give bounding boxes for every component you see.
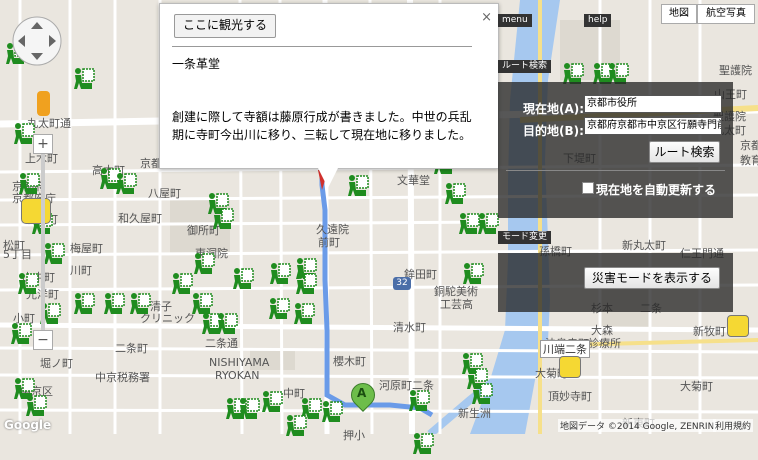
street-label: RYOKAN (215, 369, 260, 382)
tourist-spot-icon[interactable] (266, 260, 292, 286)
street-label: 中京税務署 (95, 371, 150, 384)
tourist-spot-icon[interactable] (258, 388, 284, 414)
zoom-in-button[interactable]: + (33, 134, 53, 154)
tourist-spot-icon[interactable] (22, 392, 48, 418)
street-label: NISHIYAMA (209, 356, 270, 369)
tourist-spot-icon[interactable] (70, 290, 96, 316)
info-body: 創建に際して寺額は藤原行成が書きました。中世の兵乱期に寺町今出川に移り、三転して… (172, 110, 472, 142)
google-logo: Google (4, 418, 52, 432)
destination-label: 目的地(B): (523, 124, 584, 138)
info-title: 一条革堂 (172, 57, 221, 71)
tourist-spot-icon[interactable] (100, 290, 126, 316)
current-location-input[interactable]: 京都市役所 (584, 95, 722, 113)
street-label: 八屋町 (148, 187, 181, 200)
tourist-spot-icon[interactable] (290, 300, 316, 326)
tourist-spot-icon[interactable] (235, 395, 261, 421)
pan-control[interactable] (6, 14, 68, 68)
street-label: 押小 (343, 429, 365, 442)
map-type-satellite[interactable]: 航空写真 (697, 4, 755, 24)
route-search-tag: ルート検索 (498, 60, 552, 73)
tourist-spot-icon[interactable] (209, 205, 235, 231)
car-icon[interactable] (559, 356, 581, 378)
zoom-control[interactable]: + − (33, 134, 53, 354)
tourist-spot-icon[interactable] (229, 265, 255, 291)
tourist-spot-icon[interactable] (190, 250, 216, 276)
tourist-spot-icon[interactable] (112, 170, 138, 196)
close-icon[interactable]: × (481, 10, 492, 25)
map-credit: 地図データ ©2014 Google, ZENRIN (558, 419, 717, 432)
tourist-spot-icon[interactable] (441, 180, 467, 206)
street-label: 堀ノ町 (40, 357, 73, 370)
street-label: 梅屋町 (70, 242, 103, 255)
tourist-spot-icon[interactable] (318, 398, 344, 424)
route-panel: 現在地(A): 京都市役所 目的地(B): 京都府京都市中京区行願寺門前 ルート… (498, 82, 733, 218)
street-label: 新丸太町 (622, 239, 666, 252)
street-label: 新牧町 (693, 325, 726, 338)
street-label: 清水町 (393, 321, 426, 334)
tourist-spot-icon[interactable] (344, 172, 370, 198)
street-label: 頂妙寺町 (548, 390, 592, 403)
street-label: 5丁目 (3, 248, 32, 261)
street-label: 教育 (740, 154, 758, 167)
tourist-spot-icon[interactable] (282, 412, 308, 438)
help-tag[interactable]: help (584, 14, 612, 27)
street-view-pegman[interactable] (37, 91, 50, 116)
route-shield: 32 (393, 277, 411, 290)
current-location-label: 現在地(A): (523, 102, 585, 116)
info-divider (172, 46, 472, 47)
destination-input[interactable]: 京都府京都市中京区行願寺門前 (584, 117, 722, 135)
mode-change-tag: モード変更 (498, 231, 552, 244)
street-label: 二条町 (115, 342, 148, 355)
street-label: 大菊町 (680, 380, 713, 393)
street-label: 聖護院 (719, 64, 752, 77)
route-search-button[interactable]: ルート検索 (649, 141, 720, 163)
street-label: 二条通 (205, 337, 238, 350)
street-label: 診療所 (588, 337, 621, 350)
origin-marker-letter: A (357, 386, 367, 400)
tourist-spot-icon[interactable] (474, 210, 500, 236)
street-label: 川町 (70, 264, 92, 277)
info-tip (318, 168, 338, 188)
tourist-spot-icon[interactable] (7, 320, 33, 346)
tourist-spot-icon[interactable] (70, 65, 96, 91)
map-type-map[interactable]: 地図 (661, 4, 697, 24)
street-label: 文華堂 (397, 174, 430, 187)
terms-link[interactable]: 利用規約 (713, 419, 754, 432)
mode-panel: 災害モードを表示する (498, 253, 733, 312)
auto-update-checkbox[interactable] (582, 182, 594, 194)
street-label: 新生洲 (458, 407, 491, 420)
auto-update-label: 現在地を自動更新する (596, 183, 717, 197)
disaster-mode-button[interactable]: 災害モードを表示する (584, 267, 720, 289)
panel-divider (506, 170, 725, 171)
street-label: 京都 (740, 139, 758, 152)
zoom-out-button[interactable]: − (33, 330, 53, 350)
tourist-spot-icon[interactable] (405, 387, 431, 413)
tourist-spot-icon[interactable] (459, 260, 485, 286)
car-icon[interactable] (727, 315, 749, 337)
tourist-spot-icon[interactable] (213, 310, 239, 336)
street-label: 和久屋町 (118, 212, 162, 225)
tourist-spot-icon[interactable] (265, 295, 291, 321)
street-label: 前町 (318, 236, 340, 249)
menu-tag[interactable]: menu (498, 14, 532, 27)
visit-here-button[interactable]: ここに観光する (174, 14, 277, 38)
tourist-spot-icon[interactable] (126, 290, 152, 316)
street-label: 櫻木町 (333, 355, 366, 368)
tourist-spot-icon[interactable] (292, 270, 318, 296)
street-label: 工芸高 (440, 298, 473, 311)
info-window: ここに観光する × 一条革堂 創建に際して寺額は藤原行成が書きました。中世の兵乱… (159, 3, 499, 188)
tourist-spot-icon[interactable] (468, 380, 494, 406)
zoom-track[interactable] (41, 154, 45, 334)
